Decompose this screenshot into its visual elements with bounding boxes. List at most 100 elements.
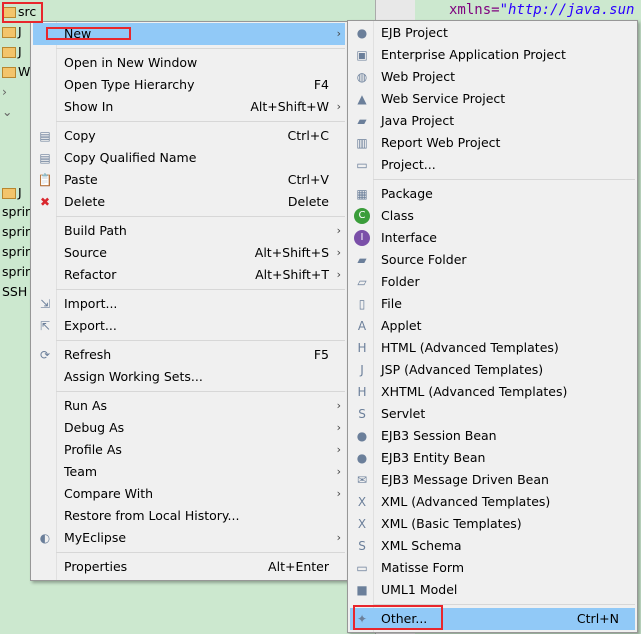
- matisse-form-icon: ▭: [356, 561, 368, 575]
- menu-item-export[interactable]: ⇱ Export...: [33, 315, 345, 337]
- menu-item-refactor[interactable]: Refactor Alt+Shift+T ›: [33, 264, 345, 286]
- tree-item-label: sprin: [2, 264, 33, 279]
- menu-item-label: Java Project: [381, 113, 455, 128]
- menu-item-file[interactable]: ▯ File: [350, 293, 635, 315]
- menu-item-import[interactable]: ⇲ Import...: [33, 293, 345, 315]
- tree-item[interactable]: sprin: [2, 262, 33, 282]
- menu-item-compare-with[interactable]: Compare With ›: [33, 483, 345, 505]
- menu-item-open-type-hierarchy[interactable]: Open Type Hierarchy F4: [33, 74, 345, 96]
- menu-item-ejb3-session-bean[interactable]: ● EJB3 Session Bean: [350, 425, 635, 447]
- xhtml-icon: H: [357, 385, 367, 399]
- menu-separator: [56, 289, 345, 290]
- chevron-right-icon: ›: [336, 100, 341, 113]
- menu-item-open-in-new-window[interactable]: Open in New Window: [33, 52, 345, 74]
- shortcut-label: Alt+Shift+W: [250, 99, 329, 114]
- chevron-right-icon: ›: [336, 443, 341, 456]
- package-icon: ▦: [356, 187, 368, 201]
- chevron-right-icon: ›: [336, 531, 341, 544]
- menu-item-servlet[interactable]: S Servlet: [350, 403, 635, 425]
- menu-separator: [56, 48, 345, 49]
- web-service-project-icon: ▲: [357, 92, 367, 106]
- class-icon: C: [354, 208, 370, 224]
- menu-item-label: XML (Basic Templates): [381, 516, 522, 531]
- menu-item-label: Copy: [64, 128, 96, 143]
- menu-item-label: JSP (Advanced Templates): [381, 362, 544, 377]
- shortcut-label: Delete: [287, 194, 329, 209]
- menu-item-package[interactable]: ▦ Package: [350, 183, 635, 205]
- menu-item-restore-from-local-history[interactable]: Restore from Local History...: [33, 505, 345, 527]
- web-project-icon: ◍: [356, 70, 368, 84]
- menu-item-myeclipse[interactable]: ◐ MyEclipse ›: [33, 527, 345, 549]
- menu-item-ejb3-message-driven-bean[interactable]: ✉ EJB3 Message Driven Bean: [350, 469, 635, 491]
- menu-item-label: EJB3 Message Driven Bean: [381, 472, 549, 487]
- menu-item-source[interactable]: Source Alt+Shift+S ›: [33, 242, 345, 264]
- menu-item-label: Team: [64, 464, 98, 479]
- tree-item[interactable]: sprin: [2, 222, 33, 242]
- menu-item-label: Folder: [381, 274, 420, 289]
- tree-item[interactable]: J: [2, 42, 22, 62]
- menu-item-web-service-project[interactable]: ▲ Web Service Project: [350, 88, 635, 110]
- menu-item-copy[interactable]: ▤ Copy Ctrl+C: [33, 125, 345, 147]
- menu-item-class[interactable]: C Class: [350, 205, 635, 227]
- java-project-icon: ▰: [357, 114, 367, 128]
- menu-item-applet[interactable]: A Applet: [350, 315, 635, 337]
- menu-item-show-in[interactable]: Show In Alt+Shift+W ›: [33, 96, 345, 118]
- tree-item[interactable]: W: [2, 62, 30, 82]
- tree-item[interactable]: ⌄: [2, 102, 20, 122]
- menu-item-xhtml-advanced-templates[interactable]: H XHTML (Advanced Templates): [350, 381, 635, 403]
- menu-item-report-web-project[interactable]: ▥ Report Web Project: [350, 132, 635, 154]
- menu-item-ejb-project[interactable]: ● EJB Project: [350, 22, 635, 44]
- menu-item-paste[interactable]: 📋 Paste Ctrl+V: [33, 169, 345, 191]
- menu-item-refresh[interactable]: ⟳ Refresh F5: [33, 344, 345, 366]
- menu-item-jsp-advanced-templates[interactable]: J JSP (Advanced Templates): [350, 359, 635, 381]
- menu-item-source-folder[interactable]: ▰ Source Folder: [350, 249, 635, 271]
- shortcut-label: Ctrl+N: [576, 611, 619, 626]
- menu-item-label: Restore from Local History...: [64, 508, 240, 523]
- paste-icon: 📋: [37, 173, 53, 187]
- tree-item[interactable]: J: [2, 22, 22, 42]
- xml-icon: X: [357, 517, 367, 531]
- menu-item-matisse-form[interactable]: ▭ Matisse Form: [350, 557, 635, 579]
- menu-item-team[interactable]: Team ›: [33, 461, 345, 483]
- menu-item-java-project[interactable]: ▰ Java Project: [350, 110, 635, 132]
- menu-item-interface[interactable]: I Interface: [350, 227, 635, 249]
- menu-separator: [56, 340, 345, 341]
- tree-item[interactable]: sprin: [2, 242, 33, 262]
- session-bean-icon: ●: [356, 429, 368, 443]
- tree-item[interactable]: SSH: [2, 282, 27, 302]
- shortcut-label: Ctrl+V: [287, 172, 329, 187]
- tree-item[interactable]: sprin: [2, 202, 33, 222]
- library-icon: [2, 47, 16, 58]
- menu-item-label: Source: [64, 245, 107, 260]
- menu-item-enterprise-application-project[interactable]: ▣ Enterprise Application Project: [350, 44, 635, 66]
- menu-item-label: XML Schema: [381, 538, 462, 553]
- menu-item-label: Interface: [381, 230, 437, 245]
- menu-item-debug-as[interactable]: Debug As ›: [33, 417, 345, 439]
- tree-item[interactable]: J: [2, 183, 22, 203]
- menu-item-build-path[interactable]: Build Path ›: [33, 220, 345, 242]
- menu-item-copy-qualified-name[interactable]: ▤ Copy Qualified Name: [33, 147, 345, 169]
- tree-item[interactable]: ›: [2, 82, 20, 102]
- tree-item-label: W: [18, 64, 31, 79]
- menu-item-label: Servlet: [381, 406, 426, 421]
- menu-item-uml1-model[interactable]: ■ UML1 Model: [350, 579, 635, 601]
- menu-item-html-advanced-templates[interactable]: H HTML (Advanced Templates): [350, 337, 635, 359]
- menu-item-folder[interactable]: ▱ Folder: [350, 271, 635, 293]
- chevron-right-icon: ›: [2, 84, 7, 99]
- menu-item-xml-basic-templates[interactable]: X XML (Basic Templates): [350, 513, 635, 535]
- chevron-right-icon: ›: [336, 421, 341, 434]
- menu-item-run-as[interactable]: Run As ›: [33, 395, 345, 417]
- menu-item-assign-working-sets[interactable]: Assign Working Sets...: [33, 366, 345, 388]
- menu-item-xml-advanced-templates[interactable]: X XML (Advanced Templates): [350, 491, 635, 513]
- menu-item-ejb3-entity-bean[interactable]: ● EJB3 Entity Bean: [350, 447, 635, 469]
- menu-item-xml-schema[interactable]: S XML Schema: [350, 535, 635, 557]
- menu-item-profile-as[interactable]: Profile As ›: [33, 439, 345, 461]
- menu-item-properties[interactable]: Properties Alt+Enter: [33, 556, 345, 578]
- folder-icon: ▱: [357, 275, 367, 289]
- menu-item-web-project[interactable]: ◍ Web Project: [350, 66, 635, 88]
- menu-item-label: EJB3 Session Bean: [381, 428, 497, 443]
- menu-item-project[interactable]: ▭ Project...: [350, 154, 635, 176]
- project-explorer-tree: src J J W › ⌄ Jsprin sprin sprin sprin SSH: [0, 0, 36, 634]
- menu-item-delete[interactable]: ✖ Delete Delete: [33, 191, 345, 213]
- menu-item-label: Copy Qualified Name: [64, 150, 197, 165]
